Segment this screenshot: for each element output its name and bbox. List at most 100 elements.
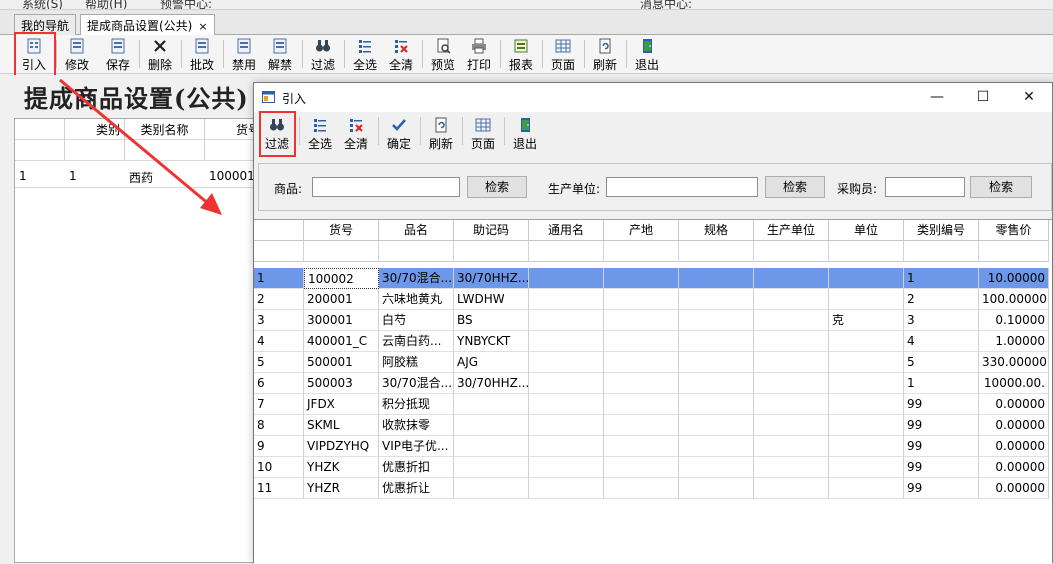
table-row[interactable]: 3 300001 白芍 BS 克 3 0.10000 (254, 310, 1052, 331)
page-button[interactable]: 页面 (546, 37, 580, 73)
cell-generic-name (529, 373, 604, 394)
filter-cell-producer[interactable] (754, 241, 829, 262)
enable-button[interactable]: 解禁 (263, 37, 297, 73)
import-label: 引入 (21, 58, 46, 72)
menu-help[interactable]: 帮助(H) (85, 0, 127, 9)
col-category[interactable]: 类别 (65, 119, 125, 140)
dialog-refresh-label: 刷新 (428, 137, 453, 151)
filter-cell-origin[interactable] (604, 241, 679, 262)
cell-category-code: 99 (904, 394, 979, 415)
filter-cell-generic-name[interactable] (529, 241, 604, 262)
dialog-select-all-button[interactable]: 全选 (303, 116, 337, 152)
column-header-generic-name[interactable]: 通用名 (529, 220, 604, 241)
batch-edit-icon (195, 38, 209, 54)
tab-commission-settings[interactable]: 提成商品设置(公共) × (80, 14, 215, 36)
column-header-mnemonic[interactable]: 助记码 (454, 220, 529, 241)
filter-panel: 商品: 检索 生产单位: 检索 采购员: 检索 (258, 163, 1052, 211)
import-button[interactable]: 引入 (17, 37, 51, 73)
filter-cell-category-code[interactable] (904, 241, 979, 262)
col-category-name[interactable]: 类别名称 (125, 119, 205, 140)
producer-search-button[interactable]: 检索 (765, 176, 825, 198)
cell-generic-name (529, 289, 604, 310)
exit-button[interactable]: 退出 (630, 37, 664, 73)
table-row[interactable]: 7 JFDX 积分抵现 99 0.00000 (254, 394, 1052, 415)
page-label: 页面 (550, 58, 575, 72)
row-number: 10 (254, 457, 304, 478)
cell-code: SKML (304, 415, 379, 436)
column-header-code[interactable]: 货号 (304, 220, 379, 241)
dialog-exit-label: 退出 (512, 137, 537, 151)
print-button[interactable]: 打印 (462, 37, 496, 73)
product-input[interactable] (312, 177, 460, 197)
cell-category-code: 5 (904, 352, 979, 373)
cell-name: 阿胶糕 (379, 352, 454, 373)
close-button[interactable]: ✕ (1006, 83, 1052, 112)
buyer-input[interactable] (885, 177, 965, 197)
filter-cell-unit[interactable] (829, 241, 904, 262)
delete-button[interactable]: 删除 (143, 37, 177, 73)
menu-alert-center[interactable]: 预警中心: (160, 0, 212, 9)
column-header-category-code[interactable]: 类别编号 (904, 220, 979, 241)
tab-close-icon[interactable]: × (198, 20, 207, 33)
column-header-unit[interactable]: 单位 (829, 220, 904, 241)
filter-button[interactable]: 过滤 (306, 37, 340, 73)
filter-cell-spec[interactable] (679, 241, 754, 262)
clear-all-button[interactable]: 全清 (384, 37, 418, 73)
preview-label: 预览 (430, 58, 455, 72)
cell-producer (754, 478, 829, 499)
batch-edit-button[interactable]: 批改 (185, 37, 219, 73)
confirm-button[interactable]: 确定 (382, 116, 416, 152)
table-row[interactable]: 4 400001_C 云南白药... YNBYCKT 4 1.00000 (254, 331, 1052, 352)
table-row[interactable]: 8 SKML 收款抹零 99 0.00000 (254, 415, 1052, 436)
filter-cell-retail-price[interactable] (979, 241, 1049, 262)
menu-system[interactable]: 系统(S) (22, 0, 63, 9)
table-row[interactable]: 6 500003 30/70混合... 30/70HHZ... 1 10000.00. (254, 373, 1052, 394)
table-row[interactable]: 1 100002 30/70混合... 30/70HHZ... 1 10.00000 (254, 268, 1052, 289)
cell-producer (754, 352, 829, 373)
column-header-producer[interactable]: 生产单位 (754, 220, 829, 241)
cell-producer (754, 310, 829, 331)
dialog-exit-button[interactable]: 退出 (508, 116, 542, 152)
save-button[interactable]: 保存 (101, 37, 135, 73)
cell-retail-price: 0.00000 (979, 436, 1049, 457)
producer-input[interactable] (606, 177, 758, 197)
row-number: 1 (19, 169, 27, 183)
table-row[interactable]: 11 YHZR 优惠折让 99 0.00000 (254, 478, 1052, 499)
page-title: 提成商品设置(公共) (24, 84, 249, 113)
cell-retail-price: 100.00000 (979, 289, 1049, 310)
buyer-search-button[interactable]: 检索 (970, 176, 1032, 198)
preview-button[interactable]: 预览 (426, 37, 460, 73)
dialog-refresh-button[interactable]: 刷新 (424, 116, 458, 152)
dialog-page-button[interactable]: 页面 (466, 116, 500, 152)
column-header-name[interactable]: 品名 (379, 220, 454, 241)
maximize-button[interactable]: ☐ (960, 83, 1006, 112)
table-row[interactable]: 2 200001 六味地黄丸 LWDHW 2 100.00000 (254, 289, 1052, 310)
disable-button[interactable]: 禁用 (227, 37, 261, 73)
cell-retail-price: 0.00000 (979, 415, 1049, 436)
column-header-retail-price[interactable]: 零售价 (979, 220, 1049, 241)
minimize-button[interactable]: — (914, 83, 960, 112)
edit-button[interactable]: 修改 (60, 37, 94, 73)
select-all-button[interactable]: 全选 (348, 37, 382, 73)
cell-spec (679, 310, 754, 331)
cell-name: 积分抵现 (379, 394, 454, 415)
refresh-button[interactable]: 刷新 (588, 37, 622, 73)
menu-message-center[interactable]: 消息中心: (640, 0, 692, 9)
filter-cell-mnemonic[interactable] (454, 241, 529, 262)
dialog-titlebar[interactable]: 引入 — ☐ ✕ (254, 83, 1052, 112)
table-row[interactable]: 5 500001 阿胶糕 AJG 5 330.00000 (254, 352, 1052, 373)
cell-origin (604, 289, 679, 310)
clear-all-label: 全清 (388, 58, 413, 72)
product-search-button[interactable]: 检索 (467, 176, 527, 198)
table-row[interactable]: 10 YHZK 优惠折扣 99 0.00000 (254, 457, 1052, 478)
filter-cell-code[interactable] (304, 241, 379, 262)
disable-icon (237, 38, 251, 54)
report-button[interactable]: 报表 (504, 37, 538, 73)
column-header-origin[interactable]: 产地 (604, 220, 679, 241)
tab-my-navigation[interactable]: 我的导航 (14, 14, 77, 35)
table-row[interactable]: 9 VIPDZYHQ VIP电子优... 99 0.00000 (254, 436, 1052, 457)
filter-cell-name[interactable] (379, 241, 454, 262)
column-header-spec[interactable]: 规格 (679, 220, 754, 241)
dialog-filter-button[interactable]: 过滤 (260, 116, 294, 152)
dialog-clear-all-button[interactable]: 全清 (339, 116, 373, 152)
